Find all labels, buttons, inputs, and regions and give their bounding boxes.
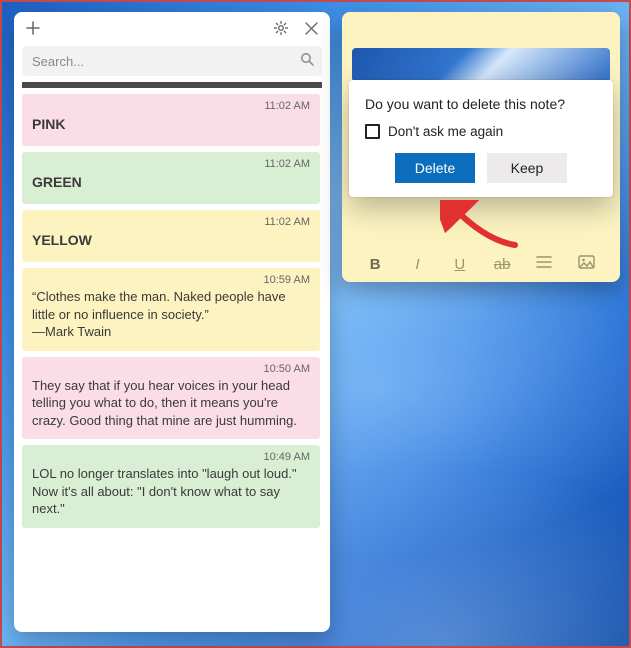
delete-button[interactable]: Delete <box>395 153 475 183</box>
add-note-button[interactable] <box>20 15 46 41</box>
strike-button[interactable]: ab <box>488 256 516 273</box>
note-image-thumbnail[interactable] <box>352 48 610 82</box>
note-card[interactable]: 11:02 AM YELLOW <box>22 210 320 262</box>
notes-list-window: 11:02 AM PINK 11:02 AM GREEN 11:02 AM YE… <box>14 12 330 632</box>
search-bar[interactable] <box>22 46 322 76</box>
note-body: They say that if you hear voices in your… <box>32 377 310 430</box>
notes-titlebar <box>14 12 330 44</box>
sticky-note-window: Do you want to delete this note? Don't a… <box>342 12 620 282</box>
checkbox-icon <box>365 124 380 139</box>
note-title: GREEN <box>32 172 310 194</box>
image-button[interactable] <box>573 255 601 273</box>
list-button[interactable] <box>530 255 558 273</box>
search-icon <box>300 52 314 71</box>
settings-button[interactable] <box>268 15 294 41</box>
note-body: LOL no longer translates into "laugh out… <box>32 465 310 518</box>
note-title: YELLOW <box>32 230 310 252</box>
note-timestamp: 11:02 AM <box>32 100 310 112</box>
note-timestamp: 10:59 AM <box>32 274 310 286</box>
note-card[interactable]: 11:02 AM PINK <box>22 94 320 146</box>
note-timestamp: 10:49 AM <box>32 451 310 463</box>
note-timestamp: 10:50 AM <box>32 363 310 375</box>
note-card[interactable]: 11:02 AM GREEN <box>22 152 320 204</box>
notes-list-scroll[interactable]: 11:02 AM PINK 11:02 AM GREEN 11:02 AM YE… <box>22 94 320 632</box>
note-card[interactable]: 10:49 AM LOL no longer translates into "… <box>22 445 320 528</box>
close-button[interactable] <box>298 15 324 41</box>
notes-list: 11:02 AM PINK 11:02 AM GREEN 11:02 AM YE… <box>14 94 330 632</box>
underline-button[interactable]: U <box>446 256 474 273</box>
note-body: “Clothes make the man. Naked people have… <box>32 288 310 341</box>
keep-button[interactable]: Keep <box>487 153 567 183</box>
dont-ask-checkbox[interactable]: Don't ask me again <box>365 124 597 139</box>
dialog-message: Do you want to delete this note? <box>365 96 597 112</box>
bold-button[interactable]: B <box>361 256 389 273</box>
sticky-titlebar[interactable] <box>342 12 620 20</box>
search-input[interactable] <box>30 53 300 70</box>
note-title: PINK <box>32 114 310 136</box>
italic-button[interactable]: I <box>403 256 431 273</box>
note-timestamp: 11:02 AM <box>32 158 310 170</box>
scroll-indicator <box>22 82 322 88</box>
note-card[interactable]: 10:59 AM “Clothes make the man. Naked pe… <box>22 268 320 351</box>
format-toolbar: B I U ab <box>342 246 620 282</box>
checkbox-label: Don't ask me again <box>388 124 503 139</box>
delete-confirm-dialog: Do you want to delete this note? Don't a… <box>349 80 613 197</box>
note-timestamp: 11:02 AM <box>32 216 310 228</box>
note-card[interactable]: 10:50 AM They say that if you hear voice… <box>22 357 320 440</box>
dialog-buttons: Delete Keep <box>365 153 597 183</box>
